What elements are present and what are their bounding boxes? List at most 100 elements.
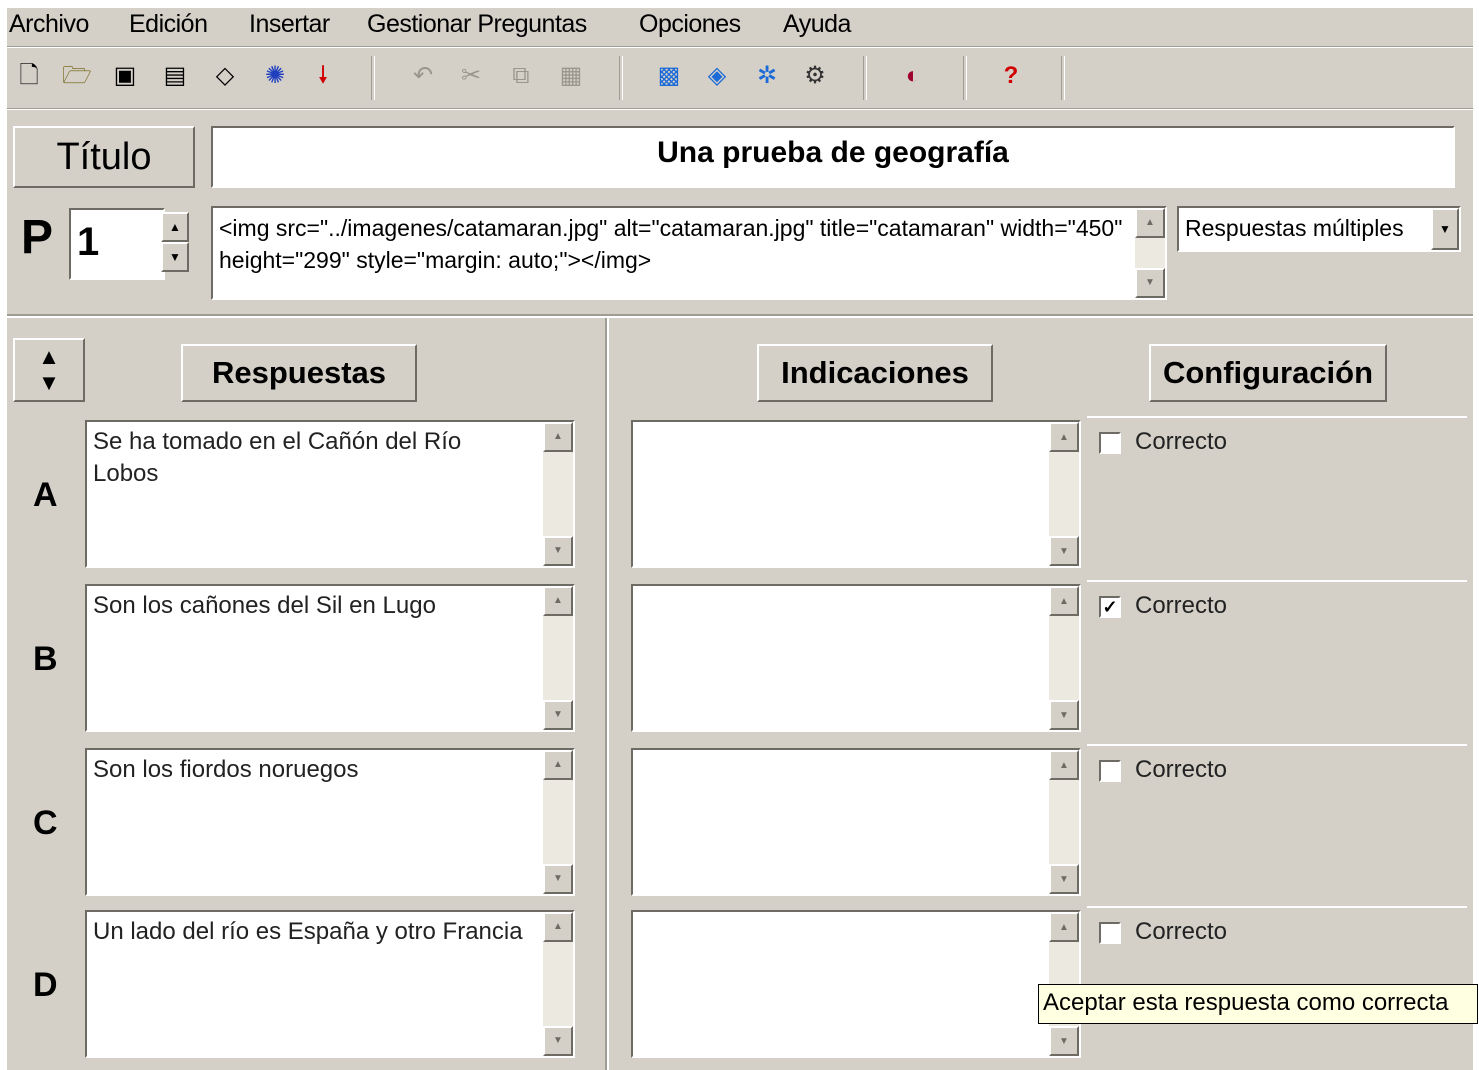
scroll-up-button[interactable]: ▲ bbox=[543, 912, 573, 942]
toolbar: 🗋 🗁 ▣ ▤ ◇ ✺ 🠗 ↶ ✂ ⧉ ▦ ▩ ◈ ✲ ⚙ ◐ ? bbox=[7, 50, 1473, 108]
copy-icon[interactable]: ⧉ bbox=[503, 58, 539, 94]
new-file-icon[interactable]: 🗋 bbox=[11, 58, 47, 94]
save-as-icon[interactable]: ▤ bbox=[157, 58, 193, 94]
scroll-up-button[interactable]: ▲ bbox=[1049, 750, 1079, 780]
answer-letter: A bbox=[33, 476, 58, 514]
link-icon[interactable]: ✲ bbox=[749, 58, 785, 94]
menu-gestionar-preguntas[interactable]: Gestionar Preguntas bbox=[367, 10, 587, 39]
toolbar-separator bbox=[863, 56, 867, 100]
indication-scrollbar[interactable]: ▲ ▼ bbox=[1049, 422, 1079, 566]
correct-checkbox[interactable]: ✓ bbox=[1099, 596, 1121, 618]
config-divider bbox=[1087, 906, 1467, 908]
answer-scrollbar[interactable]: ▲ ▼ bbox=[543, 586, 573, 730]
answer-letter: D bbox=[33, 966, 58, 1004]
open-folder-icon[interactable]: 🗁 bbox=[59, 58, 95, 94]
preview-icon[interactable]: ◐ bbox=[895, 58, 931, 94]
scroll-down-button[interactable]: ▼ bbox=[1135, 268, 1165, 298]
scroll-up-button[interactable]: ▲ bbox=[543, 750, 573, 780]
question-label: P bbox=[21, 211, 54, 264]
indication-text-area[interactable]: ▲ ▼ bbox=[631, 420, 1081, 568]
save-icon[interactable]: ▣ bbox=[107, 58, 143, 94]
scroll-up-button[interactable]: ▲ bbox=[1049, 422, 1079, 452]
answer-text: Son los cañones del Sil en Lugo bbox=[93, 592, 436, 619]
correct-label: Correcto bbox=[1135, 428, 1228, 455]
question-text-area[interactable]: <img src="../imagenes/catamaran.jpg" alt… bbox=[211, 206, 1167, 300]
answer-text-area[interactable]: Son los fiordos noruegos ▲ ▼ bbox=[85, 748, 575, 896]
scroll-up-button[interactable]: ▲ bbox=[543, 586, 573, 616]
toolbar-separator bbox=[963, 56, 967, 100]
answer-text: Un lado del río es España y otro Francia bbox=[93, 918, 523, 945]
scroll-down-button[interactable]: ▼ bbox=[543, 700, 573, 730]
scroll-down-button[interactable]: ▼ bbox=[543, 864, 573, 894]
indication-text-area[interactable]: ▲ ▼ bbox=[631, 910, 1081, 1058]
config-divider bbox=[1087, 416, 1467, 418]
answer-text-area[interactable]: Un lado del río es España y otro Francia… bbox=[85, 910, 575, 1058]
app-window: Archivo Edición Insertar Gestionar Pregu… bbox=[7, 8, 1473, 1070]
question-type-select[interactable]: Respuestas múltiples ▼ bbox=[1177, 206, 1461, 252]
menu-opciones[interactable]: Opciones bbox=[639, 10, 741, 39]
undo-icon[interactable]: ↶ bbox=[405, 58, 441, 94]
scroll-up-button[interactable]: ▲ bbox=[1049, 586, 1079, 616]
image-icon[interactable]: ▩ bbox=[651, 58, 687, 94]
arrow-up-icon: ▲ bbox=[38, 344, 60, 369]
question-number-input[interactable]: 1 bbox=[69, 208, 165, 280]
correct-label: Correcto bbox=[1135, 918, 1228, 945]
menu-edicion[interactable]: Edición bbox=[129, 10, 208, 39]
paste-icon[interactable]: ▦ bbox=[553, 58, 589, 94]
network-icon[interactable]: ✺ bbox=[257, 58, 293, 94]
question-number-spinner: ▲ ▼ bbox=[161, 212, 189, 272]
correct-checkbox[interactable] bbox=[1099, 760, 1121, 782]
answer-letter: C bbox=[33, 804, 58, 842]
toolbar-separator bbox=[371, 56, 375, 100]
eraser-icon[interactable]: ◇ bbox=[207, 58, 243, 94]
insert-arrow-icon[interactable]: 🠗 bbox=[305, 58, 341, 94]
menu-insertar[interactable]: Insertar bbox=[249, 10, 330, 39]
menu-bar: Archivo Edición Insertar Gestionar Pregu… bbox=[7, 8, 1473, 44]
arrow-down-icon: ▼ bbox=[38, 370, 60, 395]
indication-scrollbar[interactable]: ▲ ▼ bbox=[1049, 750, 1079, 894]
chevron-down-icon[interactable]: ▼ bbox=[1431, 208, 1459, 250]
question-scrollbar[interactable]: ▲ ▼ bbox=[1135, 208, 1165, 298]
indication-text-area[interactable]: ▲ ▼ bbox=[631, 748, 1081, 896]
title-label: Título bbox=[13, 126, 195, 188]
scroll-down-button[interactable]: ▼ bbox=[1049, 1026, 1079, 1056]
header-indicaciones: Indicaciones bbox=[757, 344, 993, 402]
menu-ayuda[interactable]: Ayuda bbox=[783, 10, 851, 39]
toolbar-separator bbox=[1061, 56, 1065, 100]
spin-up-button[interactable]: ▲ bbox=[161, 212, 189, 242]
answer-scrollbar[interactable]: ▲ ▼ bbox=[543, 422, 573, 566]
menu-archivo[interactable]: Archivo bbox=[9, 10, 89, 39]
correct-label: Correcto bbox=[1135, 756, 1228, 783]
cut-icon[interactable]: ✂ bbox=[453, 58, 489, 94]
scroll-down-button[interactable]: ▼ bbox=[1049, 864, 1079, 894]
media-icon[interactable]: ◈ bbox=[699, 58, 735, 94]
scroll-down-button[interactable]: ▼ bbox=[543, 536, 573, 566]
answer-text: Se ha tomado en el Cañón del Río Lobos bbox=[93, 428, 462, 487]
indication-scrollbar[interactable]: ▲ ▼ bbox=[1049, 586, 1079, 730]
indication-text-area[interactable]: ▲ ▼ bbox=[631, 584, 1081, 732]
answer-text-area[interactable]: Se ha tomado en el Cañón del Río Lobos ▲… bbox=[85, 420, 575, 568]
answer-text-area[interactable]: Son los cañones del Sil en Lugo ▲ ▼ bbox=[85, 584, 575, 732]
answer-scrollbar[interactable]: ▲ ▼ bbox=[543, 912, 573, 1056]
correct-label: Correcto bbox=[1135, 592, 1228, 619]
section-divider bbox=[7, 314, 1473, 318]
config-icon[interactable]: ⚙ bbox=[797, 58, 833, 94]
toolbar-separator bbox=[619, 56, 623, 100]
scroll-down-button[interactable]: ▼ bbox=[1049, 700, 1079, 730]
scroll-down-button[interactable]: ▼ bbox=[543, 1026, 573, 1056]
correct-checkbox[interactable] bbox=[1099, 922, 1121, 944]
column-divider bbox=[605, 318, 609, 1070]
answer-scrollbar[interactable]: ▲ ▼ bbox=[543, 750, 573, 894]
correct-checkbox[interactable] bbox=[1099, 432, 1121, 454]
spin-down-button[interactable]: ▼ bbox=[161, 242, 189, 272]
scroll-down-button[interactable]: ▼ bbox=[1049, 536, 1079, 566]
title-input[interactable]: Una prueba de geografía bbox=[211, 126, 1455, 188]
reorder-answers-button[interactable]: ▲ ▼ bbox=[13, 338, 85, 402]
config-divider bbox=[1087, 744, 1467, 746]
scroll-up-button[interactable]: ▲ bbox=[1049, 912, 1079, 942]
scroll-up-button[interactable]: ▲ bbox=[1135, 208, 1165, 238]
checkmark-icon: ✓ bbox=[1102, 597, 1118, 617]
toolbar-divider bbox=[7, 108, 1473, 110]
help-icon[interactable]: ? bbox=[993, 58, 1029, 94]
scroll-up-button[interactable]: ▲ bbox=[543, 422, 573, 452]
